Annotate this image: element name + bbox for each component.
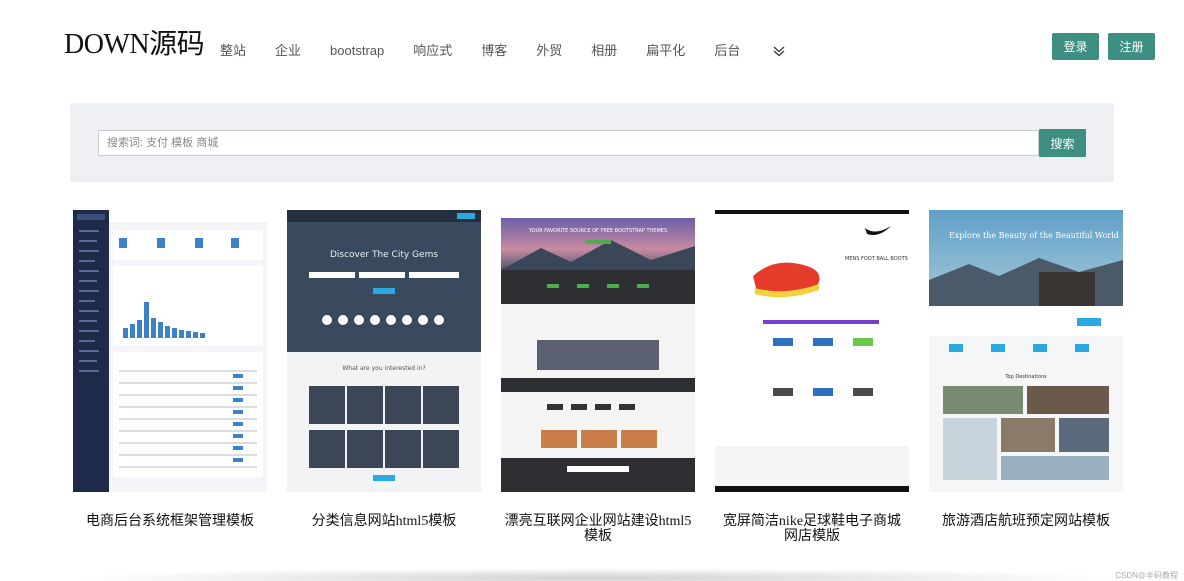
nav-item-whole-site[interactable]: 整站 bbox=[220, 43, 246, 59]
nav-item-foreign-trade[interactable]: 外贸 bbox=[536, 43, 562, 59]
thumb-headline: Discover The City Gems bbox=[330, 250, 438, 260]
search-input[interactable] bbox=[98, 130, 1039, 156]
nav-item-flat[interactable]: 扁平化 bbox=[646, 43, 685, 59]
template-title[interactable]: 宽屏简洁nike足球鞋电子商城网店模版 bbox=[715, 514, 909, 544]
template-card[interactable]: 电商后台系统框架管理模板 bbox=[73, 210, 267, 529]
nav-item-admin[interactable]: 后台 bbox=[714, 43, 740, 59]
template-thumbnail[interactable]: YOUR FAVORITE SOURCE OF FREE BOOTSTRAP T… bbox=[501, 210, 695, 492]
thumb-product: MENS FOOT BALL BOOTS bbox=[845, 256, 908, 262]
main-nav: 整站 企业 bootstrap 响应式 博客 外贸 相册 扁平化 后台 bbox=[220, 43, 787, 59]
footer-shadow bbox=[60, 568, 1130, 581]
template-title[interactable]: 分类信息网站html5模板 bbox=[287, 514, 481, 529]
nav-item-responsive[interactable]: 响应式 bbox=[413, 43, 452, 59]
thumb-section: Top Destinations bbox=[1004, 374, 1047, 380]
chevron-double-down-icon[interactable] bbox=[771, 43, 787, 59]
nav-item-album[interactable]: 相册 bbox=[591, 43, 617, 59]
template-card[interactable]: Discover The City Gems What are you inte… bbox=[287, 210, 481, 529]
template-thumbnail[interactable]: Discover The City Gems What are you inte… bbox=[287, 210, 481, 492]
nav-item-enterprise[interactable]: 企业 bbox=[275, 43, 301, 59]
watermark: CSDN@半码教程 bbox=[1115, 571, 1178, 580]
template-thumbnail[interactable]: Explore the Beauty of the Beautiful Worl… bbox=[929, 210, 1123, 492]
site-logo[interactable]: DOWN源码 bbox=[64, 22, 205, 62]
template-title[interactable]: 电商后台系统框架管理模板 bbox=[73, 514, 267, 529]
nav-item-blog[interactable]: 博客 bbox=[481, 43, 507, 59]
login-button[interactable]: 登录 bbox=[1052, 33, 1099, 60]
template-card[interactable]: Explore the Beauty of the Beautiful Worl… bbox=[929, 210, 1123, 529]
thumb-headline: YOUR FAVORITE SOURCE OF FREE BOOTSTRAP T… bbox=[528, 228, 667, 234]
thumb-question: What are you interested in? bbox=[342, 365, 425, 372]
template-thumbnail[interactable]: MENS FOOT BALL BOOTS bbox=[715, 210, 909, 492]
template-thumbnail[interactable] bbox=[73, 210, 267, 492]
template-title[interactable]: 旅游酒店航班预定网站模板 bbox=[929, 514, 1123, 529]
register-button[interactable]: 注册 bbox=[1108, 33, 1155, 60]
template-card[interactable]: MENS FOOT BALL BOOTS 宽屏简洁nike足球鞋电子商城网店模版 bbox=[715, 210, 909, 544]
search-panel: 搜索 bbox=[70, 103, 1114, 182]
template-card[interactable]: YOUR FAVORITE SOURCE OF FREE BOOTSTRAP T… bbox=[501, 210, 695, 544]
template-title[interactable]: 漂亮互联网企业网站建设html5模板 bbox=[501, 514, 695, 544]
thumb-headline: Explore the Beauty of the Beautiful Worl… bbox=[949, 231, 1119, 240]
search-button[interactable]: 搜索 bbox=[1039, 129, 1086, 157]
nav-item-bootstrap[interactable]: bootstrap bbox=[330, 43, 384, 59]
